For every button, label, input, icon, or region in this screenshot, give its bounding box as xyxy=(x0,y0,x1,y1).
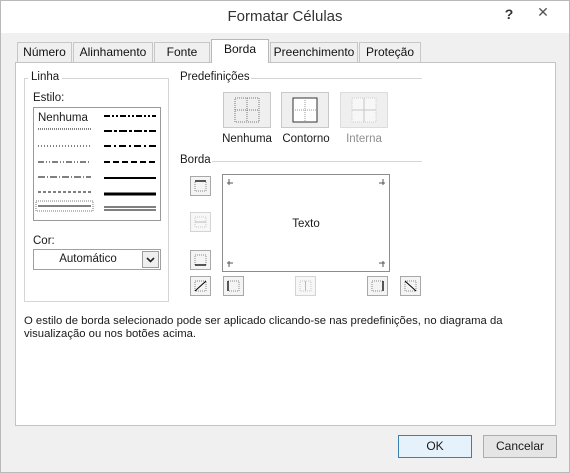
border-diagonal-up-button[interactable] xyxy=(190,276,211,296)
tab-preenchimento[interactable]: Preenchimento xyxy=(270,42,358,63)
border-title: Borda xyxy=(177,154,214,166)
preset-none-icon xyxy=(234,97,260,123)
border-divider xyxy=(212,161,422,162)
close-icon: ✕ xyxy=(537,4,549,20)
color-value: Automático xyxy=(59,253,117,265)
border-inside-horizontal-icon xyxy=(194,216,207,228)
tab-protecao[interactable]: Proteção xyxy=(359,42,421,63)
preset-outline-button[interactable] xyxy=(281,92,329,128)
border-tab-panel: Linha Estilo: Nenhuma Cor: Automático Pr… xyxy=(15,62,556,426)
diagonal-up-icon xyxy=(194,280,207,292)
cancel-button[interactable]: Cancelar xyxy=(483,435,557,458)
border-right-button[interactable] xyxy=(367,276,388,296)
border-bottom-icon xyxy=(194,254,207,266)
preset-outline-icon xyxy=(292,97,318,123)
presets-title: Predefinições xyxy=(177,71,253,83)
border-top-button[interactable] xyxy=(190,176,211,196)
tab-borda[interactable]: Borda xyxy=(211,39,269,63)
border-right-icon xyxy=(371,280,384,292)
color-label: Cor: xyxy=(33,235,55,247)
border-top-icon xyxy=(194,180,207,192)
preset-inside-icon xyxy=(351,97,377,123)
border-preview[interactable]: Texto xyxy=(222,174,390,272)
tab-numero[interactable]: Número xyxy=(17,42,72,63)
color-dropdown-button[interactable] xyxy=(142,251,159,268)
border-inside-vertical-button xyxy=(295,276,316,296)
border-diagonal-down-button[interactable] xyxy=(400,276,421,296)
border-bottom-button[interactable] xyxy=(190,250,211,270)
chevron-down-icon xyxy=(146,257,155,263)
presets-divider xyxy=(251,78,422,79)
line-group-title: Linha xyxy=(28,71,63,83)
border-left-icon xyxy=(227,280,240,292)
preset-inside-button xyxy=(340,92,388,128)
title-bar: Formatar Células ? ✕ xyxy=(1,1,569,33)
description-text: O estilo de borda selecionado pode ser a… xyxy=(24,315,503,340)
border-inside-horizontal-button xyxy=(190,212,211,232)
preview-text: Texto xyxy=(292,218,320,230)
preset-none-button[interactable] xyxy=(223,92,271,128)
help-button[interactable]: ? xyxy=(496,3,522,25)
format-cells-dialog: Formatar Células ? ✕ Número Alinhamento … xyxy=(0,0,570,473)
border-left-button[interactable] xyxy=(223,276,244,296)
line-style-list[interactable]: Nenhuma xyxy=(33,107,161,221)
preset-inside-label: Interna xyxy=(346,133,382,145)
preset-none-label: Nenhuma xyxy=(222,133,272,145)
border-inside-vertical-icon xyxy=(299,280,312,292)
preset-outline-label: Contorno xyxy=(282,133,330,145)
diagonal-down-icon xyxy=(404,280,417,292)
style-label: Estilo: xyxy=(33,92,65,104)
tab-fonte[interactable]: Fonte xyxy=(154,42,210,63)
tab-alinhamento[interactable]: Alinhamento xyxy=(73,42,153,63)
dialog-title: Formatar Células xyxy=(227,8,343,25)
color-dropdown[interactable]: Automático xyxy=(33,249,161,270)
close-button[interactable]: ✕ xyxy=(523,1,563,23)
ok-button[interactable]: OK xyxy=(398,435,472,458)
line-style-swatches xyxy=(35,115,156,212)
